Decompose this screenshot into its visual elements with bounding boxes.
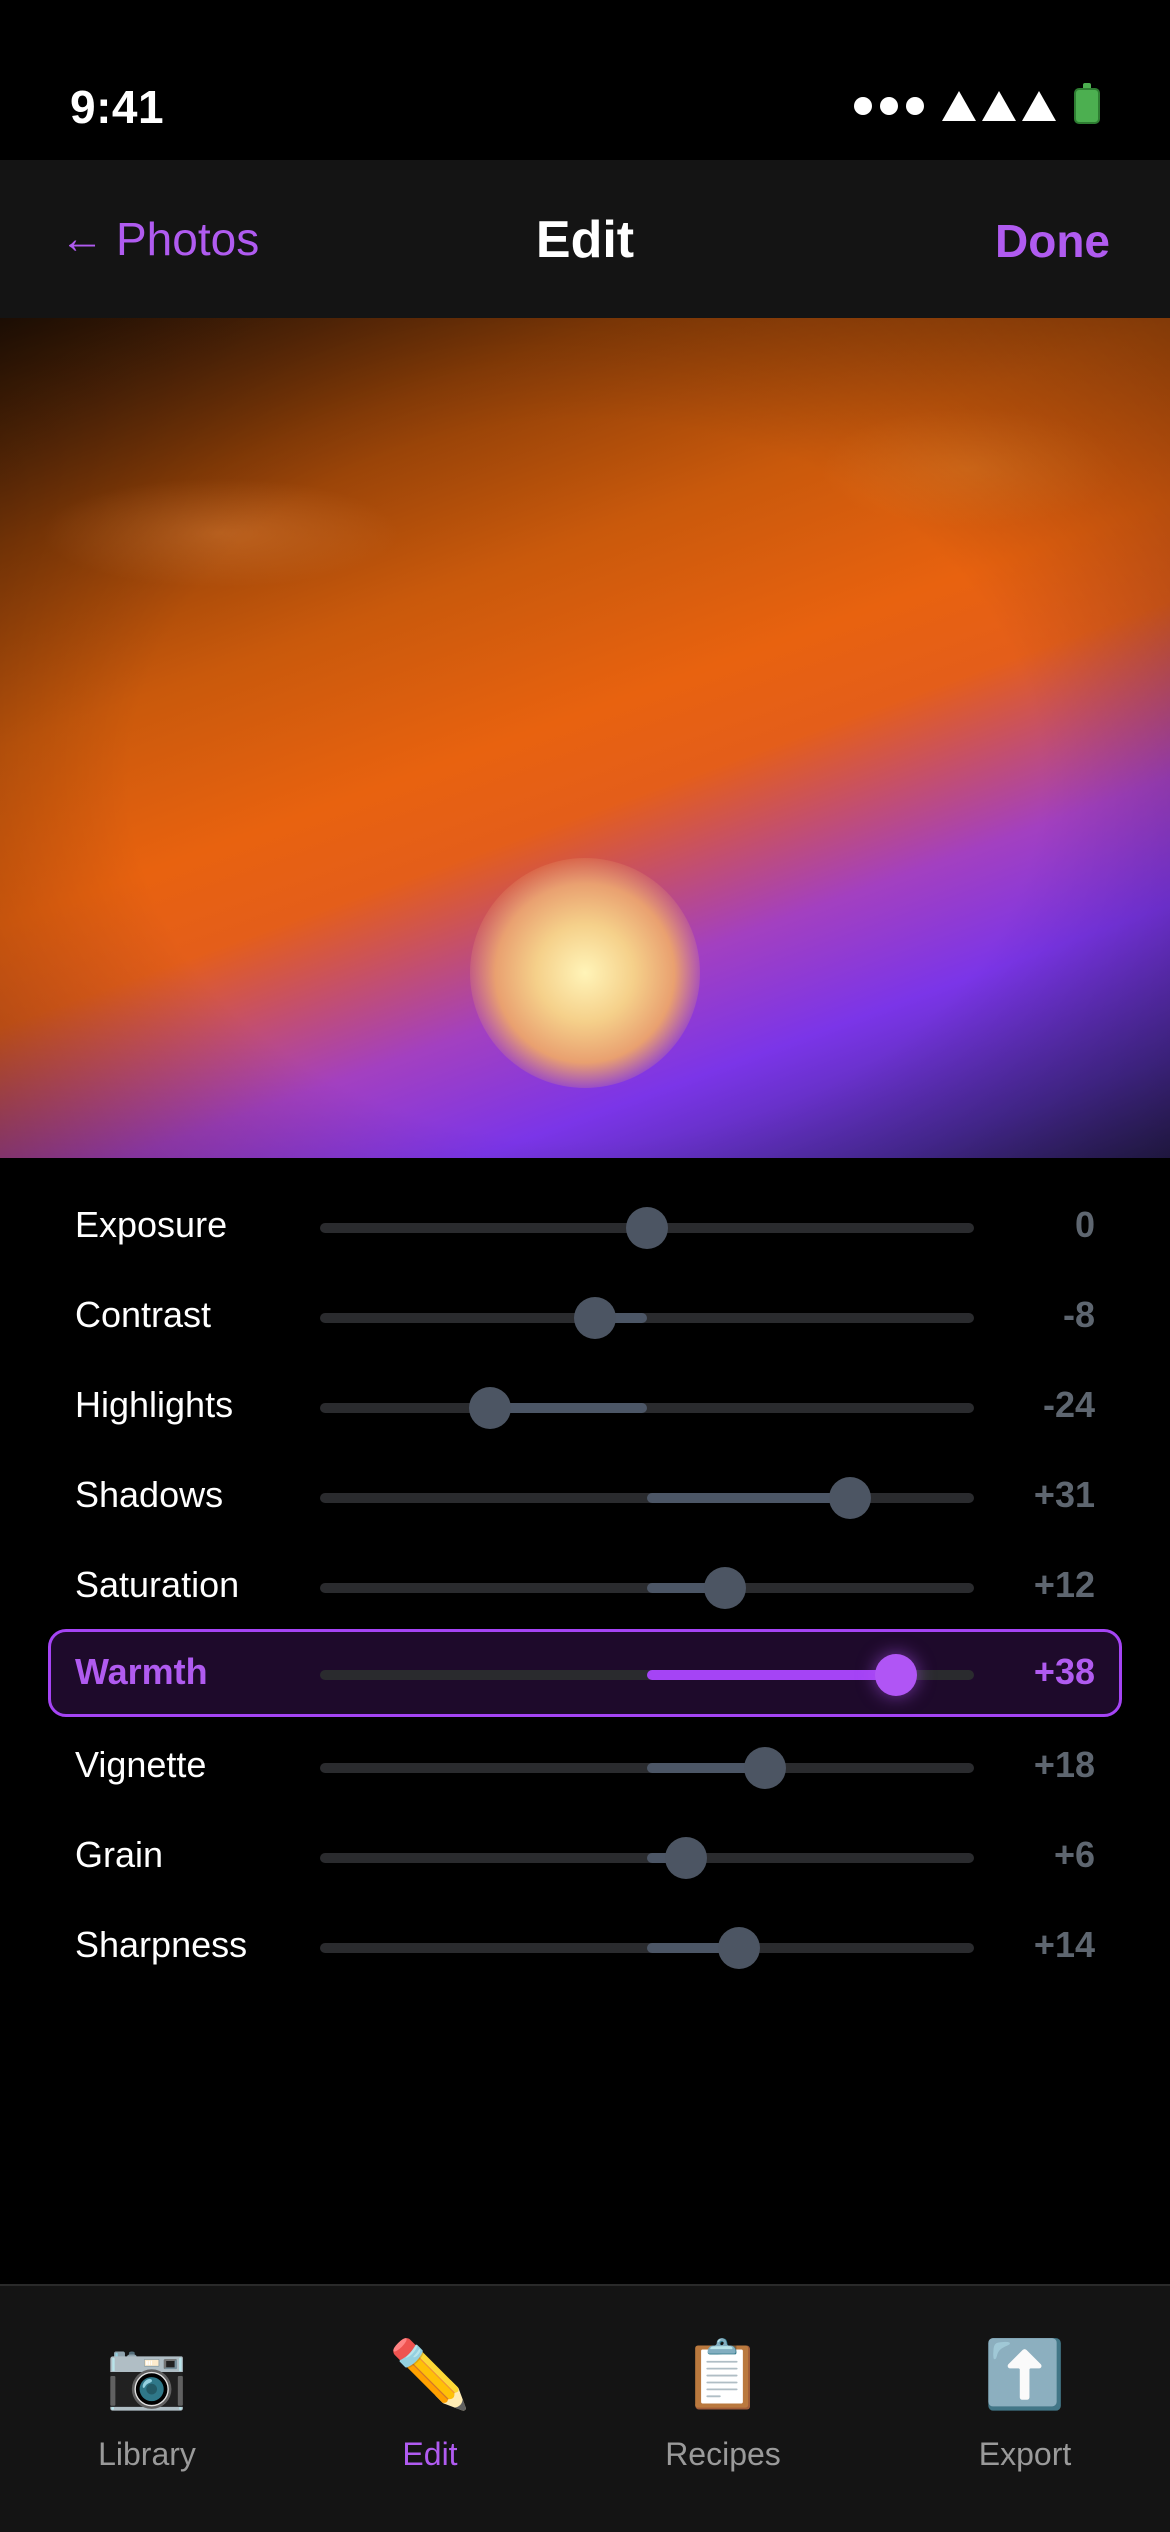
adjustment-value: -24 bbox=[1042, 1384, 1095, 1425]
slider-fill bbox=[647, 1670, 896, 1680]
slider-thumb[interactable] bbox=[828, 1477, 871, 1519]
adjustment-value: +6 bbox=[1053, 1834, 1095, 1875]
adjustment-label: Highlights bbox=[75, 1384, 234, 1425]
adjustment-label: Shadows bbox=[75, 1474, 224, 1515]
adjustment-label: Warmth bbox=[75, 1651, 208, 1692]
navigation-bar: ← Photos Edit Done bbox=[0, 160, 1170, 318]
slider-thumb[interactable] bbox=[469, 1387, 512, 1429]
slider-track[interactable] bbox=[320, 1403, 974, 1413]
adjustment-label: Grain bbox=[75, 1834, 164, 1875]
photo-vignette bbox=[0, 318, 1170, 1158]
adjustment-row-grain[interactable]: Grain +6 bbox=[48, 1812, 1122, 1900]
adjustment-label: Saturation bbox=[75, 1564, 240, 1605]
adjustment-value: -8 bbox=[1062, 1294, 1095, 1335]
status-time: 9:41 bbox=[70, 81, 165, 133]
adjustment-value: +12 bbox=[1033, 1564, 1095, 1605]
adjustment-value: 0 bbox=[1074, 1204, 1095, 1245]
tab-export[interactable]: ⬆️ Export bbox=[905, 2336, 1145, 2473]
battery-icon bbox=[1074, 83, 1100, 124]
signal-dots-icon bbox=[854, 97, 924, 115]
adjustment-value: +14 bbox=[1033, 1924, 1095, 1965]
slider-thumb[interactable] bbox=[665, 1837, 708, 1879]
tab-label: Export bbox=[978, 2436, 1072, 2472]
upload-icon: ⬆️ bbox=[983, 2337, 1067, 2411]
adjustment-label: Contrast bbox=[75, 1294, 212, 1335]
slider-track[interactable] bbox=[320, 1313, 974, 1323]
status-bar: 9:41 bbox=[0, 0, 1170, 160]
tab-bar: 📷 Library ✏️ Edit 📋 Recipes ⬆️ Export bbox=[0, 2284, 1170, 2532]
adjustment-row-exposure[interactable]: Exposure 0 bbox=[48, 1182, 1122, 1270]
status-icons bbox=[854, 83, 1100, 124]
photo-preview[interactable] bbox=[0, 318, 1170, 1158]
adjustment-value: +38 bbox=[1033, 1651, 1095, 1692]
adjustment-label: Vignette bbox=[75, 1744, 207, 1785]
tab-recipes[interactable]: 📋 Recipes bbox=[603, 2336, 843, 2473]
adjustment-row-contrast[interactable]: Contrast -8 bbox=[48, 1272, 1122, 1360]
adjustment-label: Exposure bbox=[75, 1204, 228, 1245]
slider-thumb[interactable] bbox=[626, 1207, 668, 1249]
tab-library[interactable]: 📷 Library bbox=[27, 2336, 267, 2473]
clipboard-icon: 📋 bbox=[681, 2337, 765, 2411]
tab-edit[interactable]: ✏️ Edit bbox=[310, 2336, 550, 2473]
pencil-icon: ✏️ bbox=[388, 2337, 472, 2411]
slider-thumb[interactable] bbox=[874, 1654, 917, 1696]
done-button[interactable]: Done bbox=[995, 214, 1110, 268]
adjustment-row-vignette[interactable]: Vignette +18 bbox=[48, 1722, 1122, 1810]
adjustment-row-shadows[interactable]: Shadows +31 bbox=[48, 1452, 1122, 1540]
adjustment-value: +18 bbox=[1033, 1744, 1095, 1785]
slider-thumb[interactable] bbox=[717, 1927, 760, 1969]
adjustment-label: Sharpness bbox=[75, 1924, 248, 1965]
tab-label: Edit bbox=[402, 2436, 458, 2472]
cellular-signal-icon bbox=[942, 91, 1056, 121]
camera-icon: 📷 bbox=[105, 2337, 189, 2411]
tab-label: Recipes bbox=[665, 2436, 781, 2472]
slider-thumb[interactable] bbox=[743, 1747, 786, 1789]
adjustment-row-saturation[interactable]: Saturation +12 bbox=[48, 1542, 1122, 1630]
slider-fill bbox=[490, 1403, 647, 1413]
adjustment-row-warmth[interactable]: Warmth +38 bbox=[48, 1629, 1122, 1717]
adjustment-row-sharpness[interactable]: Sharpness +14 bbox=[48, 1902, 1122, 1990]
slider-thumb[interactable] bbox=[573, 1297, 616, 1339]
tab-label: Library bbox=[98, 2436, 196, 2472]
adjustment-value: +31 bbox=[1033, 1474, 1095, 1515]
slider-thumb[interactable] bbox=[704, 1567, 747, 1609]
slider-fill bbox=[647, 1493, 850, 1503]
adjustment-row-highlights[interactable]: Highlights -24 bbox=[48, 1362, 1122, 1450]
